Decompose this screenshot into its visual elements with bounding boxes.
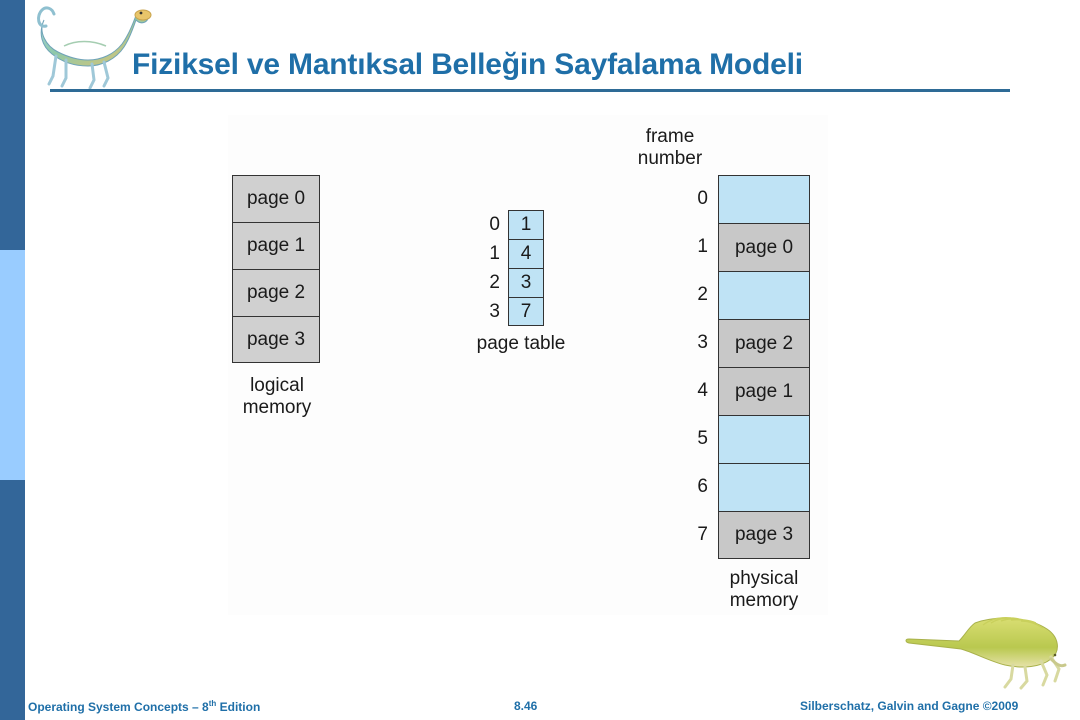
frame-index: 3 — [697, 332, 708, 353]
logical-memory-caption-line1: logical — [250, 375, 304, 396]
frame-index: 4 — [697, 380, 708, 401]
page-table: 0 1 1 4 2 3 3 7 — [470, 210, 544, 326]
frame-index: 6 — [697, 476, 708, 497]
physical-memory-caption-line2: memory — [729, 590, 799, 611]
frame-cell — [718, 271, 810, 319]
page-table-row: 0 1 — [470, 210, 544, 239]
logical-memory-cell: page 3 — [232, 316, 320, 363]
frame-cell: page 3 — [718, 511, 810, 559]
logical-memory-caption: logical memory — [232, 375, 322, 419]
page-table-row: 3 7 — [470, 297, 544, 326]
frame-index: 2 — [697, 284, 708, 305]
page-table-value: 3 — [508, 268, 544, 297]
frame-index: 5 — [697, 428, 708, 449]
physical-memory-row: 6 — [672, 463, 810, 511]
page-table-index: 3 — [489, 300, 500, 322]
sidebar-accent-top — [0, 0, 25, 250]
frame-cell — [718, 463, 810, 511]
page-table-value: 1 — [508, 210, 544, 239]
physical-memory-caption: physical memory — [716, 568, 812, 612]
logical-memory-cell: page 1 — [232, 222, 320, 269]
physical-memory-column: 0 1 page 0 2 3 page 2 4 page 1 5 6 7 pag… — [672, 175, 810, 559]
physical-memory-row: 5 — [672, 415, 810, 463]
frame-number-label-line2: number — [637, 148, 703, 169]
page-table-value: 7 — [508, 297, 544, 326]
sidebar-accent-bottom — [0, 480, 25, 720]
slide-canvas: Fiziksel ve Mantıksal Belleğin Sayfalama… — [0, 0, 1080, 720]
frame-cell — [718, 175, 810, 223]
page-table-index: 2 — [489, 271, 500, 293]
page-table-row: 1 4 — [470, 239, 544, 268]
physical-memory-row: 3 page 2 — [672, 319, 810, 367]
page-title: Fiziksel ve Mantıksal Belleğin Sayfalama… — [132, 48, 803, 81]
frame-number-label: frame number — [620, 126, 720, 170]
physical-memory-row: 7 page 3 — [672, 511, 810, 559]
frame-index: 0 — [697, 188, 708, 209]
page-table-value: 4 — [508, 239, 544, 268]
physical-memory-row: 0 — [672, 175, 810, 223]
page-table-row: 2 3 — [470, 268, 544, 297]
physical-memory-row: 1 page 0 — [672, 223, 810, 271]
logical-memory-cell: page 2 — [232, 269, 320, 316]
sidebar-accent-middle — [0, 250, 25, 480]
logical-memory-caption-line2: memory — [242, 397, 312, 418]
frame-number-label-line1: frame — [645, 126, 695, 147]
physical-memory-row: 4 page 1 — [672, 367, 810, 415]
page-table-index: 0 — [489, 213, 500, 235]
page-table-index: 1 — [489, 242, 500, 264]
physical-memory-caption-line1: physical — [729, 568, 799, 589]
footer-copyright: Silberschatz, Galvin and Gagne ©2009 — [800, 699, 1019, 713]
frame-index: 1 — [697, 236, 708, 257]
dimetrodon-icon — [905, 617, 1067, 690]
frame-cell — [718, 415, 810, 463]
logical-memory-column: page 0 page 1 page 2 page 3 — [232, 175, 322, 363]
footer-edition: Operating System Concepts – 8th Edition — [28, 699, 260, 714]
frame-index: 7 — [697, 524, 708, 545]
footer-edition-post: Edition — [216, 700, 261, 714]
footer-page-number: 8.46 — [514, 699, 538, 713]
frame-cell: page 1 — [718, 367, 810, 415]
logical-memory-cell: page 0 — [232, 175, 320, 222]
frame-cell: page 2 — [718, 319, 810, 367]
title-underline — [50, 89, 1010, 92]
footer-edition-pre: Operating System Concepts – 8 — [28, 700, 209, 714]
page-table-caption: page table — [476, 333, 566, 354]
physical-memory-row: 2 — [672, 271, 810, 319]
frame-cell: page 0 — [718, 223, 810, 271]
